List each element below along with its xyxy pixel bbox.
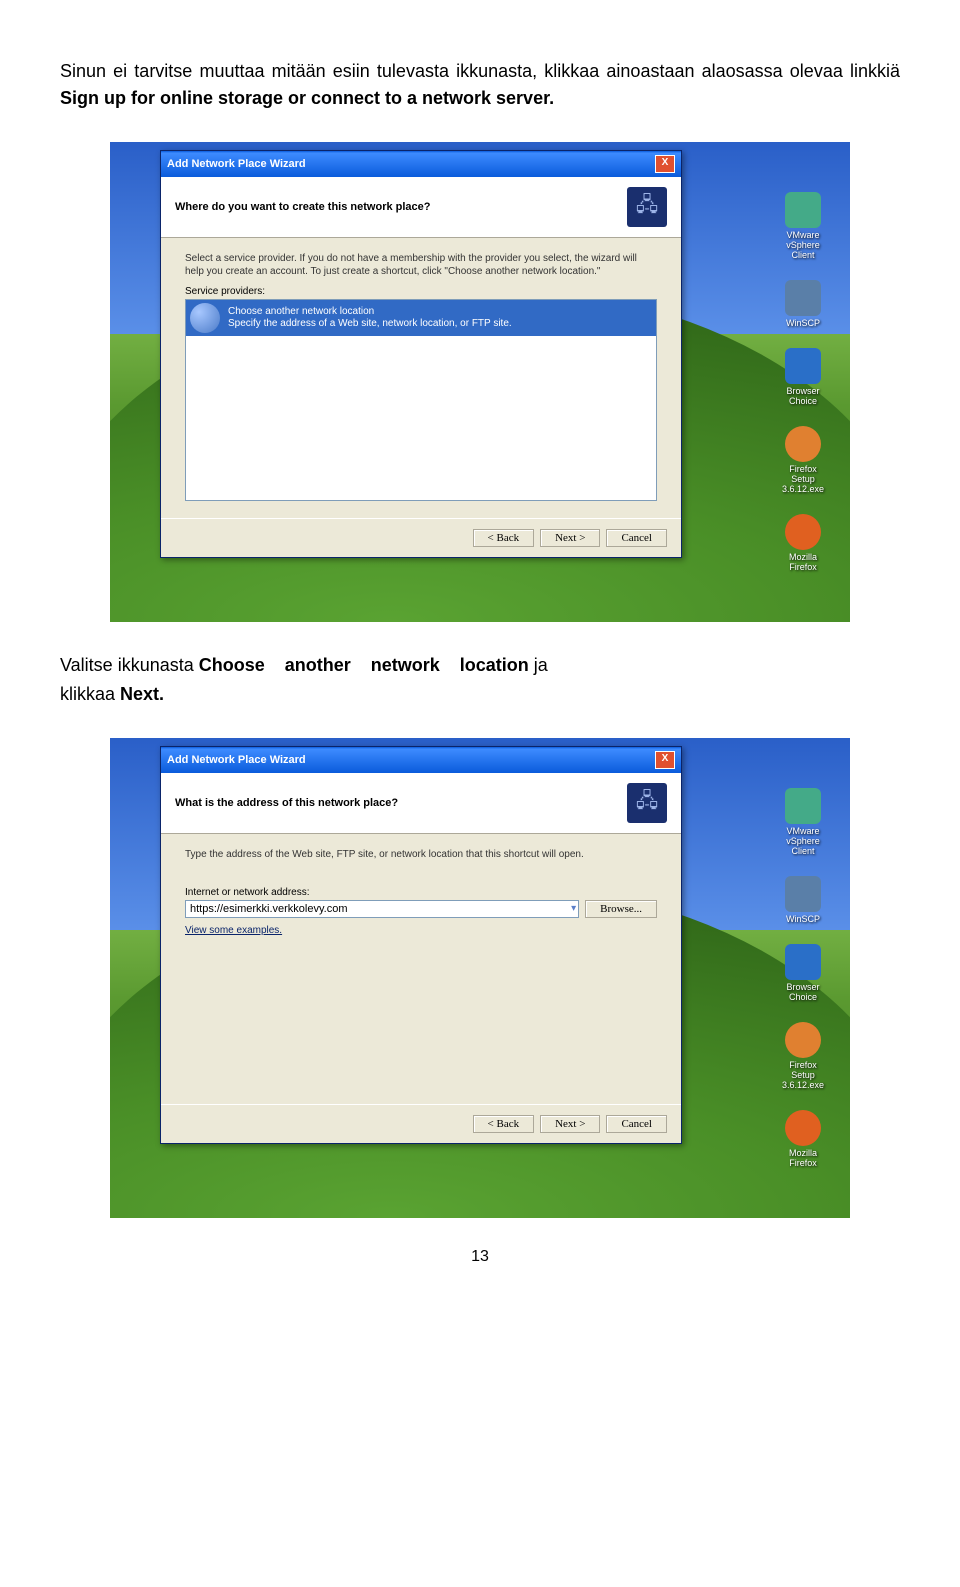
screenshot-2: Add Network Place Wizard X What is the a… — [110, 738, 850, 1218]
wizard-body-2: Type the address of the Web site, FTP si… — [161, 834, 681, 1104]
wizard-buttons-2: < Back Next > Cancel — [161, 1104, 681, 1143]
desktop-icon-firefox-setup[interactable]: Firefox Setup 3.6.12.exe — [778, 426, 828, 494]
provider-item-sub: Specify the address of a Web site, netwo… — [228, 318, 512, 331]
address-value: https://esimerkki.verkkolevy.com — [190, 903, 348, 915]
window-title-2: Add Network Place Wizard — [167, 754, 306, 766]
page-number: 13 — [60, 1248, 900, 1266]
wizard-header: Where do you want to create this network… — [161, 177, 681, 238]
desktop-icon-winscp-2[interactable]: WinSCP — [778, 876, 828, 924]
intro-paragraph: Sinun ei tarvitse muuttaa mitään esiin t… — [60, 58, 900, 112]
intro-text: Sinun ei tarvitse muuttaa mitään esiin t… — [60, 61, 900, 81]
provider-item-selected[interactable]: Choose another network location Specify … — [186, 300, 656, 336]
next-button-2[interactable]: Next > — [540, 1115, 600, 1133]
close-icon[interactable]: X — [655, 155, 675, 173]
titlebar-2[interactable]: Add Network Place Wizard X — [161, 747, 681, 773]
desktop-icon-vmware[interactable]: VMware vSphere Client — [778, 192, 828, 260]
intro-bold: Sign up for online storage or connect to… — [60, 88, 554, 108]
titlebar[interactable]: Add Network Place Wizard X — [161, 151, 681, 177]
address-input[interactable]: https://esimerkki.verkkolevy.com ▾ — [185, 900, 579, 918]
instruction-text: Select a service provider. If you do not… — [185, 252, 657, 278]
wizard-header-text: Where do you want to create this network… — [175, 201, 431, 213]
view-examples-link[interactable]: View some examples. — [185, 925, 282, 936]
desktop-icon-firefox-setup-2[interactable]: Firefox Setup 3.6.12.exe — [778, 1022, 828, 1090]
desktop-icon-browser-choice-2[interactable]: Browser Choice — [778, 944, 828, 1002]
wizard-window-2: Add Network Place Wizard X What is the a… — [160, 746, 682, 1144]
desktop-icon-browser-choice[interactable]: Browser Choice — [778, 348, 828, 406]
desktop-icon-firefox[interactable]: Mozilla Firefox — [778, 514, 828, 572]
desktop-icon-winscp[interactable]: WinSCP — [778, 280, 828, 328]
next-button[interactable]: Next > — [540, 529, 600, 547]
wizard-window-1: Add Network Place Wizard X Where do you … — [160, 150, 682, 558]
back-button-2[interactable]: < Back — [473, 1115, 535, 1133]
wizard-buttons: < Back Next > Cancel — [161, 518, 681, 557]
service-providers-label: Service providers: — [185, 286, 657, 297]
globe-icon — [190, 303, 220, 333]
mid-paragraph-2: klikkaa Next. — [60, 681, 900, 708]
cancel-button-2[interactable]: Cancel — [606, 1115, 667, 1133]
window-title: Add Network Place Wizard — [167, 158, 306, 170]
address-label: Internet or network address: — [185, 887, 657, 898]
mid-t2b: klikkaa — [60, 684, 120, 704]
desktop-icons: VMware vSphere Client WinSCP Browser Cho… — [768, 192, 838, 572]
desktop-icon-firefox-2[interactable]: Mozilla Firefox — [778, 1110, 828, 1168]
back-button[interactable]: < Back — [473, 529, 535, 547]
desktop-icons-2: VMware vSphere Client WinSCP Browser Cho… — [768, 788, 838, 1168]
wizard-header-text-2: What is the address of this network plac… — [175, 797, 398, 809]
address-row: https://esimerkki.verkkolevy.com ▾ Brows… — [185, 900, 657, 918]
network-icon-2: 🖧 — [627, 783, 667, 823]
cancel-button[interactable]: Cancel — [606, 529, 667, 547]
browse-button[interactable]: Browse... — [585, 900, 657, 918]
wizard-header-2: What is the address of this network plac… — [161, 773, 681, 834]
chevron-down-icon[interactable]: ▾ — [571, 903, 576, 914]
close-icon-2[interactable]: X — [655, 751, 675, 769]
mid-paragraph: Valitse ikkunasta Choose another network… — [60, 652, 900, 679]
network-icon: 🖧 — [627, 187, 667, 227]
desktop-icon-vmware-2[interactable]: VMware vSphere Client — [778, 788, 828, 856]
provider-item-title: Choose another network location — [228, 306, 512, 319]
instruction-text-2: Type the address of the Web site, FTP si… — [185, 848, 657, 861]
wizard-body: Select a service provider. If you do not… — [161, 238, 681, 518]
screenshot-1: Add Network Place Wizard X Where do you … — [110, 142, 850, 622]
provider-listbox[interactable]: Choose another network location Specify … — [185, 299, 657, 501]
mid-b2: Next. — [120, 684, 164, 704]
provider-text: Choose another network location Specify … — [228, 306, 512, 331]
